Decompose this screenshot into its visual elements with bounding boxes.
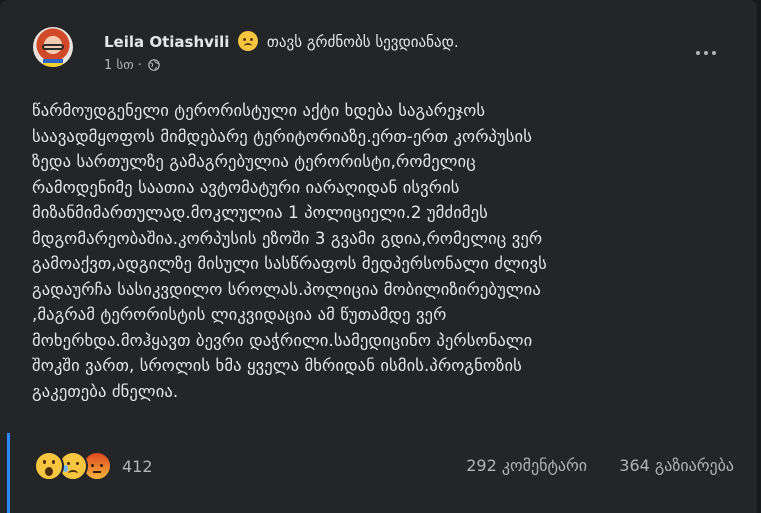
feeling-text: თავს გრძნობს სევდიანად. xyxy=(266,33,459,51)
more-options-button[interactable] xyxy=(688,38,724,68)
shares-count-link[interactable]: 364 გაზიარება xyxy=(619,456,734,475)
globe-icon[interactable] xyxy=(148,59,160,71)
post-body-text: წარმოუდგენელი ტერორისტული აქტი ხდება საგ… xyxy=(32,101,547,401)
author-name-link[interactable]: Leila Otiashvili xyxy=(104,33,229,51)
post-stats: 292 კომენტარი 364 გაზიარება xyxy=(466,456,734,475)
avatar-flag-yellow xyxy=(43,63,63,67)
author-avatar[interactable] xyxy=(33,27,73,67)
timestamp-link[interactable]: 1 სთ xyxy=(104,58,134,73)
reactions-summary[interactable]: 412 xyxy=(34,451,153,481)
more-dot-icon xyxy=(696,51,700,55)
wow-reaction-icon xyxy=(34,451,64,481)
post-header: Leila Otiashvili თავს გრძნობს სევდიანად. xyxy=(104,31,459,51)
more-dot-icon xyxy=(704,51,708,55)
meta-separator: · xyxy=(137,58,142,73)
sad-face-emoji-icon xyxy=(238,31,259,51)
avatar-glasses xyxy=(42,44,64,50)
reaction-count[interactable]: 412 xyxy=(122,457,153,476)
focus-indicator xyxy=(7,433,10,513)
post-meta: 1 სთ · xyxy=(104,58,160,73)
post-card: Leila Otiashvili თავს გრძნობს სევდიანად.… xyxy=(0,0,757,513)
more-dot-icon xyxy=(712,51,716,55)
comments-count-link[interactable]: 292 კომენტარი xyxy=(466,456,587,475)
